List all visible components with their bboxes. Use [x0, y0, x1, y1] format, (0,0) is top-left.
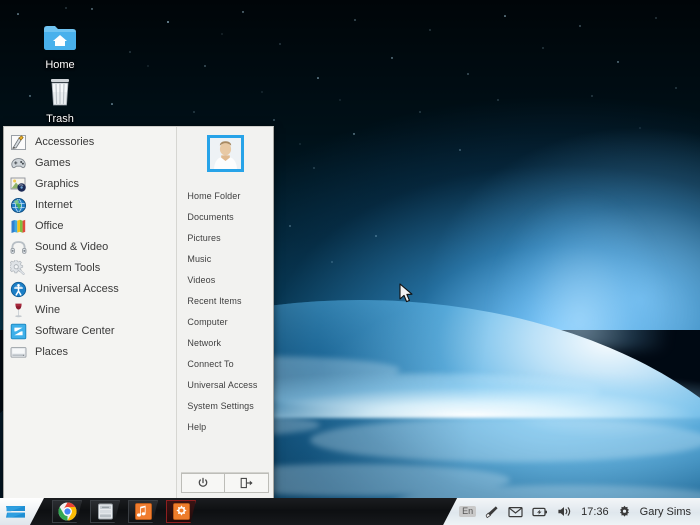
menu-category-label: Places: [35, 346, 69, 358]
home-folder-icon: [23, 16, 97, 58]
menu-category-software-center[interactable]: Software Center: [4, 321, 176, 342]
accessories-icon: [11, 135, 26, 150]
place-item-recent-items[interactable]: Recent Items: [187, 291, 273, 312]
menu-category-internet[interactable]: Internet: [4, 195, 176, 216]
mail-envelope-icon[interactable]: [508, 506, 523, 518]
menu-category-accessories[interactable]: Accessories: [4, 132, 176, 153]
keyboard-layout-indicator[interactable]: En: [459, 506, 477, 517]
taskbar-launchers[interactable]: [0, 498, 196, 525]
sound-video-headphones-icon: [10, 241, 27, 254]
place-item-videos[interactable]: Videos: [187, 270, 273, 291]
trash-icon: [23, 70, 97, 112]
desktop-icon-home[interactable]: Home: [23, 16, 97, 71]
place-item-documents[interactable]: Documents: [187, 207, 273, 228]
avatar-container[interactable]: [177, 127, 273, 182]
start-menu-button[interactable]: [0, 498, 44, 525]
office-books-icon: [11, 219, 26, 233]
menu-category-label: Graphics: [35, 178, 80, 190]
settings-gear-icon: [172, 503, 190, 520]
place-item-network[interactable]: Network: [187, 333, 273, 354]
system-tray[interactable]: En 17:36 Gary Sims: [443, 498, 700, 525]
menu-category-label: Universal Access: [35, 283, 119, 295]
music-note-icon: [134, 503, 152, 520]
desktop-icon-label: Trash: [46, 113, 74, 125]
menu-category-label: Wine: [35, 304, 61, 316]
menu-category-label: Games: [35, 157, 71, 169]
taskbar-launcher-file-manager[interactable]: [90, 498, 120, 525]
games-gamepad-icon: [11, 158, 26, 169]
software-center-icon: [10, 323, 27, 340]
place-item-help[interactable]: Help: [187, 417, 273, 438]
menu-category-office[interactable]: Office: [4, 216, 176, 237]
system-tools-gear-icon: [10, 260, 25, 275]
taskbar-launcher-music-player[interactable]: [128, 498, 158, 525]
logout-button[interactable]: [225, 473, 270, 493]
place-item-pictures[interactable]: Pictures: [187, 228, 273, 249]
menu-category-label: Accessories: [35, 136, 95, 148]
places-list[interactable]: Home Folder Documents Pictures Music Vid…: [177, 182, 273, 472]
menu-category-label: Software Center: [35, 325, 115, 337]
taskbar-launcher-settings[interactable]: [166, 498, 196, 525]
universal-access-icon: [10, 281, 27, 298]
place-item-universal-access[interactable]: Universal Access: [187, 375, 273, 396]
taskbar[interactable]: En 17:36 Gary Sims: [0, 498, 700, 525]
wine-glass-icon: [15, 303, 22, 318]
place-item-system-settings[interactable]: System Settings: [187, 396, 273, 417]
menu-places-panel[interactable]: Home Folder Documents Pictures Music Vid…: [177, 127, 273, 498]
places-icon: [10, 347, 27, 358]
taskbar-launcher-chrome[interactable]: [52, 498, 82, 525]
menu-category-wine[interactable]: Wine: [4, 300, 176, 321]
menu-category-label: System Tools: [35, 262, 101, 274]
chrome-icon: [57, 502, 77, 521]
graphics-icon: [10, 177, 26, 192]
clock[interactable]: 17:36: [581, 506, 609, 518]
zorin-logo-icon: [6, 505, 25, 518]
application-menu[interactable]: Accessories Games Graphics Internet Offi…: [3, 126, 274, 499]
internet-globe-icon: [11, 197, 26, 214]
file-manager-icon: [97, 503, 113, 520]
menu-category-label: Sound & Video: [35, 241, 109, 253]
menu-category-places[interactable]: Places: [4, 342, 176, 363]
menu-category-sound-video[interactable]: Sound & Video: [4, 237, 176, 258]
menu-category-label: Internet: [35, 199, 73, 211]
place-item-connect-to[interactable]: Connect To: [187, 354, 273, 375]
battery-icon[interactable]: [532, 506, 548, 518]
brush-icon[interactable]: [485, 505, 499, 519]
menu-category-universal-access[interactable]: Universal Access: [4, 279, 176, 300]
menu-category-system-tools[interactable]: System Tools: [4, 258, 176, 279]
menu-category-graphics[interactable]: Graphics: [4, 174, 176, 195]
place-item-computer[interactable]: Computer: [187, 312, 273, 333]
user-name[interactable]: Gary Sims: [640, 506, 691, 518]
menu-action-bar[interactable]: [181, 472, 270, 493]
avatar[interactable]: [206, 135, 244, 172]
menu-category-label: Office: [35, 220, 64, 232]
gear-icon[interactable]: [618, 505, 631, 518]
menu-category-games[interactable]: Games: [4, 153, 176, 174]
menu-category-list[interactable]: Accessories Games Graphics Internet Offi…: [4, 127, 178, 498]
logout-icon: [240, 477, 253, 489]
desktop-icon-trash[interactable]: Trash: [23, 70, 97, 125]
power-icon: [198, 477, 208, 487]
volume-speaker-icon[interactable]: [557, 505, 572, 518]
place-item-home-folder[interactable]: Home Folder: [187, 186, 273, 207]
shutdown-button[interactable]: [181, 473, 226, 493]
place-item-music[interactable]: Music: [187, 249, 273, 270]
mouse-cursor: [399, 283, 413, 303]
